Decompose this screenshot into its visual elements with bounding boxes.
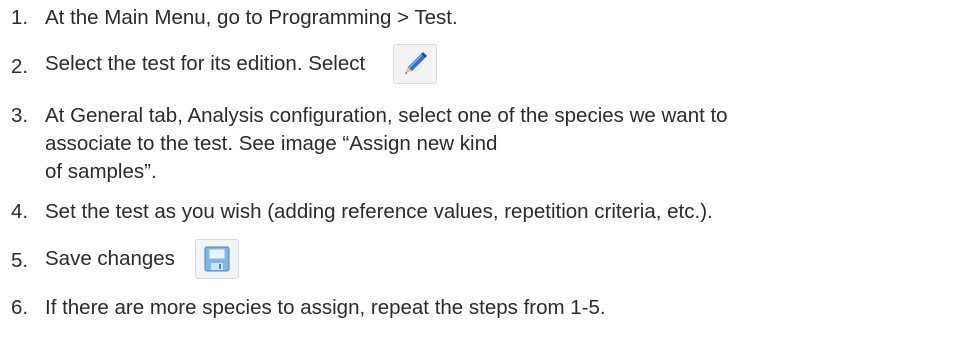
pencil-edit-icon[interactable] xyxy=(393,44,438,84)
step-text: At the Main Menu, go to Programming > Te… xyxy=(45,6,458,29)
step-6: 6. If there are more species to assign, … xyxy=(0,294,965,322)
step-text-line-3: of samples”. xyxy=(45,160,157,183)
step-number: 4. xyxy=(11,200,29,223)
step-2: 2. Select the test for its edition. Sele… xyxy=(0,44,965,84)
step-text: Set the test as you wish (adding referen… xyxy=(45,200,713,223)
step-3: 3. At General tab, Analysis configuratio… xyxy=(0,102,965,186)
save-disk-icon[interactable] xyxy=(194,239,239,279)
step-1: 1. At the Main Menu, go to Programming >… xyxy=(0,4,965,32)
step-text-line-1: At General tab, Analysis configuration, … xyxy=(45,104,728,127)
step-number: 5. xyxy=(11,249,29,272)
step-5: 5. Save changes xyxy=(0,239,965,279)
step-number: 1. xyxy=(11,6,29,29)
step-text: Select the test for its edition. Select xyxy=(45,52,366,75)
step-4: 4. Set the test as you wish (adding refe… xyxy=(0,198,965,226)
step-text-line-2: associate to the test. See image “Assign… xyxy=(45,132,498,155)
step-text: If there are more species to assign, rep… xyxy=(45,296,606,319)
step-text: Save changes xyxy=(45,247,175,270)
step-number: 6. xyxy=(11,296,29,319)
step-number: 2. xyxy=(11,55,29,78)
step-number: 3. xyxy=(11,104,29,127)
